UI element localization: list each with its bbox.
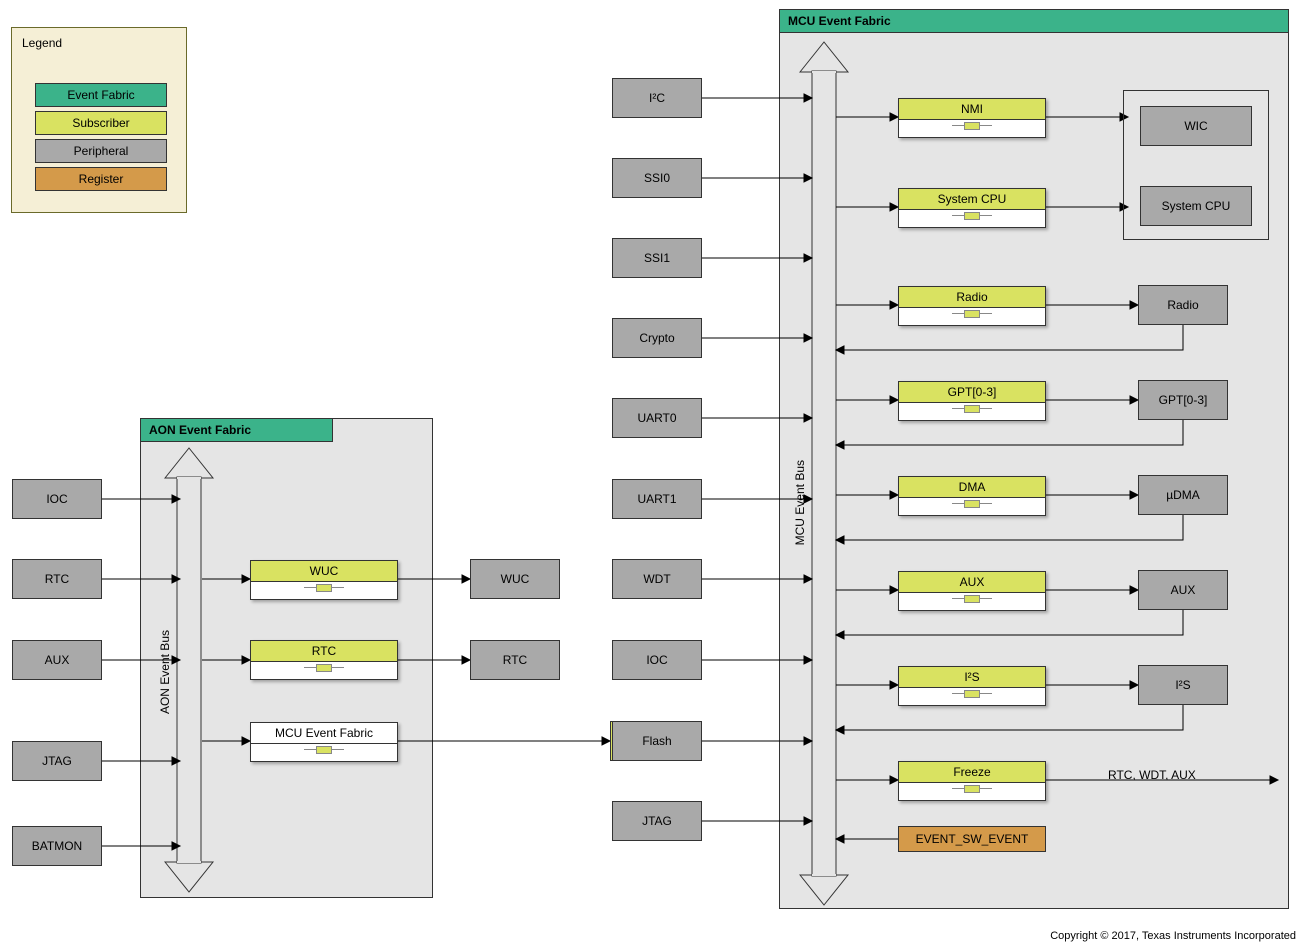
peripheral-uart0: UART0: [612, 398, 702, 438]
peripheral-ioc-aon: IOC: [12, 479, 102, 519]
subscriber-nmi: NMI: [898, 98, 1046, 138]
mcu-left-jtag: JTAG: [612, 801, 702, 841]
subscriber-freeze: Freeze: [898, 761, 1046, 801]
register-event-sw-event: EVENT_SW_EVENT: [898, 826, 1046, 852]
peripheral-wuc: WUC: [470, 559, 560, 599]
subscriber-mcu-event-fabric: MCU Event Fabric: [250, 722, 398, 762]
legend-item-register: Register: [35, 167, 167, 191]
subscriber-systemcpu: System CPU: [898, 188, 1046, 228]
subscriber-radio: Radio: [898, 286, 1046, 326]
mcu-bus-label: MCU Event Bus: [793, 460, 807, 545]
freeze-note: RTC, WDT, AUX: [1108, 768, 1196, 782]
mcu-left-flash: Flash: [612, 721, 702, 761]
subscriber-rtc: RTC: [250, 640, 398, 680]
peripheral-batmon: BATMON: [12, 826, 102, 866]
legend-item-peripheral: Peripheral: [35, 139, 167, 163]
peripheral-radio-right: Radio: [1138, 285, 1228, 325]
peripheral-jtag-aon: JTAG: [12, 741, 102, 781]
peripheral-aux-right: AUX: [1138, 570, 1228, 610]
peripheral-i2c: I²C: [612, 78, 702, 118]
aon-fabric-title: AON Event Fabric: [140, 418, 333, 442]
legend-title: Legend: [22, 36, 62, 50]
subscriber-gpt: GPT[0-3]: [898, 381, 1046, 421]
peripheral-wdt: WDT: [612, 559, 702, 599]
peripheral-aux-aon: AUX: [12, 640, 102, 680]
peripheral-rtc-aon: RTC: [12, 559, 102, 599]
mcu-fabric-title: MCU Event Fabric: [779, 9, 1289, 33]
peripheral-udma-right: µDMA: [1138, 475, 1228, 515]
peripheral-rtc-right: RTC: [470, 640, 560, 680]
subscriber-wuc: WUC: [250, 560, 398, 600]
subscriber-aux: AUX: [898, 571, 1046, 611]
peripheral-gpt-right: GPT[0-3]: [1138, 380, 1228, 420]
subscriber-dma: DMA: [898, 476, 1046, 516]
legend-item-subscriber: Subscriber: [35, 111, 167, 135]
copyright: Copyright © 2017, Texas Instruments Inco…: [1050, 930, 1296, 942]
peripheral-wic: WIC: [1140, 106, 1252, 146]
legend-box: Legend Event Fabric Subscriber Periphera…: [11, 27, 187, 213]
legend-item-eventfabric: Event Fabric: [35, 83, 167, 107]
subscriber-i2s: I²S: [898, 666, 1046, 706]
peripheral-system-cpu: System CPU: [1140, 186, 1252, 226]
peripheral-i2s-right: I²S: [1138, 665, 1228, 705]
peripheral-ssi1: SSI1: [612, 238, 702, 278]
peripheral-ssi0: SSI0: [612, 158, 702, 198]
mcu-left-ioc: IOC: [612, 640, 702, 680]
peripheral-crypto: Crypto: [612, 318, 702, 358]
aon-bus-label: AON Event Bus: [158, 630, 172, 714]
peripheral-uart1: UART1: [612, 479, 702, 519]
